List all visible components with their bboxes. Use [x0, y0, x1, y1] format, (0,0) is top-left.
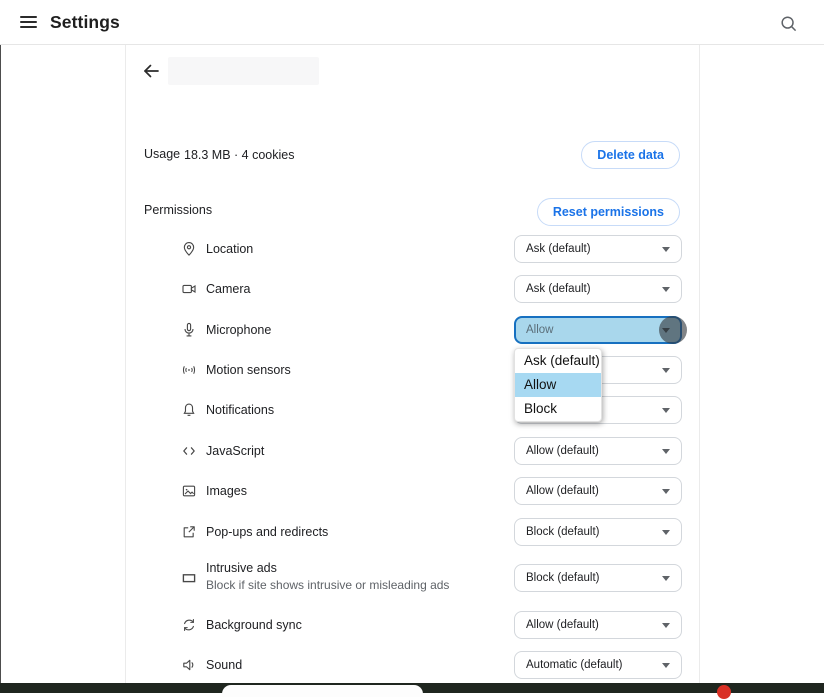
select-value: Block (default) — [526, 565, 600, 591]
permission-sublabel: Block if site shows intrusive or mislead… — [206, 577, 449, 594]
permission-label: Sound — [206, 651, 242, 679]
permission-row-javascript: JavaScript Allow (default) — [126, 437, 701, 465]
select-value: Allow — [526, 318, 553, 342]
permission-label: JavaScript — [206, 437, 264, 465]
location-select[interactable]: Ask (default) — [514, 235, 682, 263]
select-value: Ask (default) — [526, 236, 591, 262]
permission-row-sound: Sound Automatic (default) — [126, 651, 701, 679]
permission-row-motion-sensors: Motion sensors — [126, 356, 701, 384]
chevron-down-icon — [662, 663, 670, 668]
motion-sensors-icon — [181, 362, 197, 378]
page-title: Settings — [50, 0, 120, 44]
permission-label: Background sync — [206, 611, 302, 639]
javascript-select[interactable]: Allow (default) — [514, 437, 682, 465]
location-icon — [181, 241, 197, 257]
dropdown-option-allow[interactable]: Allow — [515, 373, 601, 397]
select-value: Allow (default) — [526, 438, 599, 464]
permission-label: Motion sensors — [206, 356, 291, 384]
site-name-placeholder — [168, 57, 319, 85]
permission-row-location: Location Ask (default) — [126, 235, 701, 263]
dropdown-option-ask[interactable]: Ask (default) — [515, 349, 601, 373]
chevron-down-icon — [662, 247, 670, 252]
permission-label: Intrusive ads — [206, 560, 277, 577]
popups-select[interactable]: Block (default) — [514, 518, 682, 546]
hamburger-icon[interactable] — [20, 16, 37, 29]
permission-label: Camera — [206, 275, 250, 303]
intrusive-ads-select[interactable]: Block (default) — [514, 564, 682, 592]
chevron-down-icon — [662, 328, 670, 333]
camera-select[interactable]: Ask (default) — [514, 275, 682, 303]
delete-data-button[interactable]: Delete data — [581, 141, 680, 169]
permission-label: Notifications — [206, 396, 274, 424]
images-select[interactable]: Allow (default) — [514, 477, 682, 505]
chevron-down-icon — [662, 530, 670, 535]
arrow-back-icon[interactable] — [140, 60, 162, 82]
app-header: Settings — [0, 0, 824, 45]
chevron-down-icon — [662, 449, 670, 454]
select-value: Allow (default) — [526, 478, 599, 504]
microphone-dropdown-popup: Ask (default) Allow Block — [514, 348, 602, 422]
sound-icon — [181, 657, 197, 673]
notifications-icon — [181, 402, 197, 418]
permission-row-images: Images Allow (default) — [126, 477, 701, 505]
permission-row-microphone: Microphone Allow — [126, 316, 701, 344]
permission-label: Images — [206, 477, 247, 505]
permission-row-background-sync: Background sync Allow (default) — [126, 611, 701, 639]
chevron-down-icon — [662, 623, 670, 628]
select-value: Allow (default) — [526, 612, 599, 638]
permission-row-camera: Camera Ask (default) — [126, 275, 701, 303]
background-sync-icon — [181, 617, 197, 633]
record-dot-icon — [717, 685, 731, 699]
camera-icon — [181, 281, 197, 297]
reset-permissions-button[interactable]: Reset permissions — [537, 198, 680, 226]
popups-icon — [181, 524, 197, 540]
microphone-icon — [181, 322, 197, 338]
site-details-card: Usage 18.3 MB · 4 cookies Delete data Pe… — [125, 44, 700, 683]
dropdown-option-block[interactable]: Block — [515, 397, 601, 421]
ads-icon — [181, 570, 197, 586]
bottom-taskbar — [0, 683, 824, 693]
usage-section-label: Usage — [144, 147, 180, 161]
bottom-pill — [222, 685, 423, 697]
chevron-down-icon — [662, 576, 670, 581]
permission-row-intrusive-ads: Intrusive ads Block if site shows intrus… — [126, 562, 701, 596]
javascript-icon — [181, 443, 197, 459]
select-value: Automatic (default) — [526, 652, 623, 678]
chevron-down-icon — [662, 287, 670, 292]
permission-row-popups: Pop-ups and redirects Block (default) — [126, 518, 701, 546]
permission-label: Microphone — [206, 316, 271, 344]
chevron-down-icon — [662, 489, 670, 494]
window-edge — [0, 45, 1, 683]
select-value: Ask (default) — [526, 276, 591, 302]
permissions-section-label: Permissions — [144, 203, 212, 217]
background-sync-select[interactable]: Allow (default) — [514, 611, 682, 639]
chevron-down-icon — [662, 408, 670, 413]
microphone-select[interactable]: Allow — [514, 316, 682, 344]
permission-row-notifications: Notifications — [126, 396, 701, 424]
images-icon — [181, 483, 197, 499]
chevron-down-icon — [662, 368, 670, 373]
select-value: Block (default) — [526, 519, 600, 545]
permission-label: Pop-ups and redirects — [206, 518, 328, 546]
permission-label: Location — [206, 235, 253, 263]
sound-select[interactable]: Automatic (default) — [514, 651, 682, 679]
search-icon[interactable] — [779, 14, 799, 34]
usage-value: 18.3 MB · 4 cookies — [184, 141, 294, 169]
